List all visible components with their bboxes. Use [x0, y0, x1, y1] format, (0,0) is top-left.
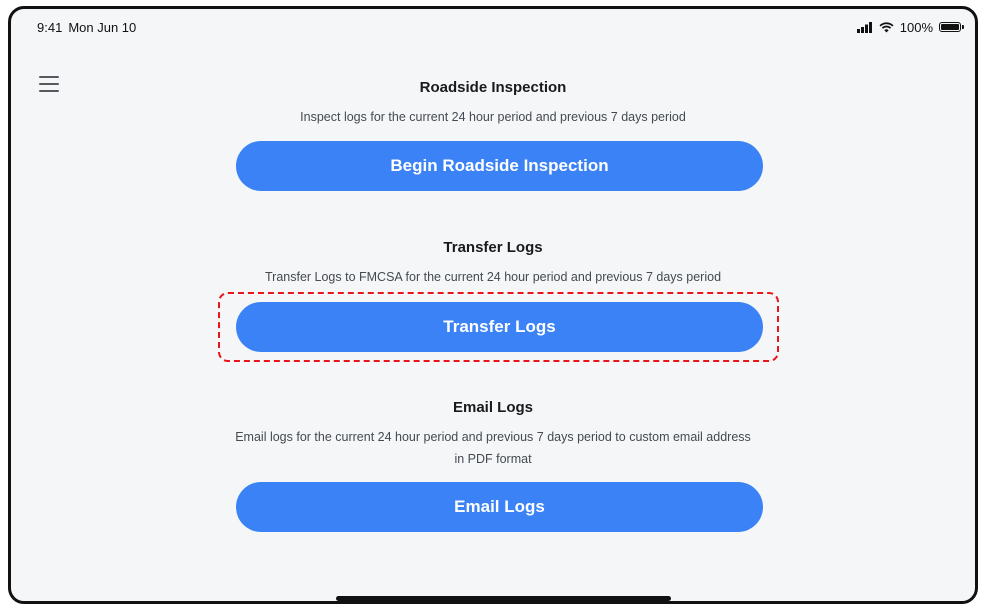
- roadside-inspection-section: Roadside Inspection Inspect logs for the…: [11, 79, 975, 128]
- main-content: Roadside Inspection Inspect logs for the…: [11, 9, 975, 601]
- email-logs-section: Email Logs Email logs for the current 24…: [11, 399, 975, 470]
- email-logs-description: Email logs for the current 24 hour perio…: [235, 430, 751, 466]
- email-logs-button[interactable]: Email Logs: [236, 482, 763, 532]
- transfer-logs-title: Transfer Logs: [443, 239, 543, 256]
- transfer-logs-description: Transfer Logs to FMCSA for the current 2…: [264, 270, 722, 284]
- tablet-screen: 9:41 Mon Jun 10 100% Roadside Inspection…: [8, 6, 978, 604]
- transfer-logs-button[interactable]: Transfer Logs: [236, 302, 763, 352]
- home-indicator[interactable]: [336, 596, 671, 601]
- begin-roadside-inspection-button[interactable]: Begin Roadside Inspection: [236, 141, 763, 191]
- email-logs-title: Email Logs: [452, 399, 534, 416]
- transfer-logs-section: Transfer Logs Transfer Logs to FMCSA for…: [11, 239, 975, 288]
- roadside-inspection-title: Roadside Inspection: [419, 79, 567, 96]
- roadside-inspection-description: Inspect logs for the current 24 hour per…: [300, 110, 686, 124]
